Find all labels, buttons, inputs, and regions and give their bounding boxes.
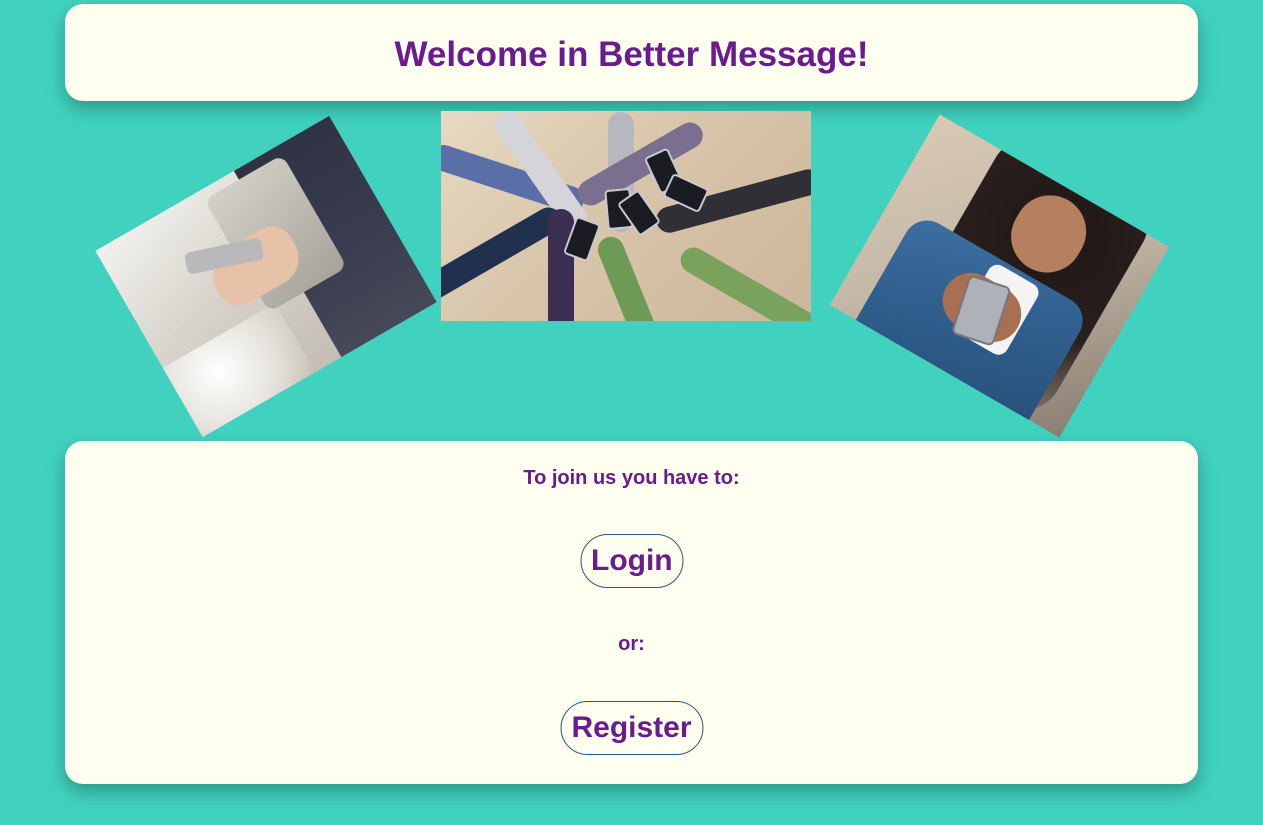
join-prompt: To join us you have to: (523, 467, 740, 489)
page-title: Welcome in Better Message! (394, 35, 869, 74)
background-blur (154, 302, 316, 438)
or-label: or: (618, 633, 645, 655)
arm (593, 232, 664, 321)
hands-with-phones-image (441, 111, 811, 321)
register-button[interactable]: Register (560, 701, 703, 755)
header-card: Welcome in Better Message! (65, 4, 1198, 101)
login-button[interactable]: Login (580, 534, 683, 588)
join-card: To join us you have to: Login or: Regist… (65, 441, 1198, 784)
woman-using-smartphone-image (829, 114, 1170, 438)
arm (675, 242, 811, 321)
person-holding-smartphone-image (95, 115, 437, 438)
arm (548, 209, 574, 321)
